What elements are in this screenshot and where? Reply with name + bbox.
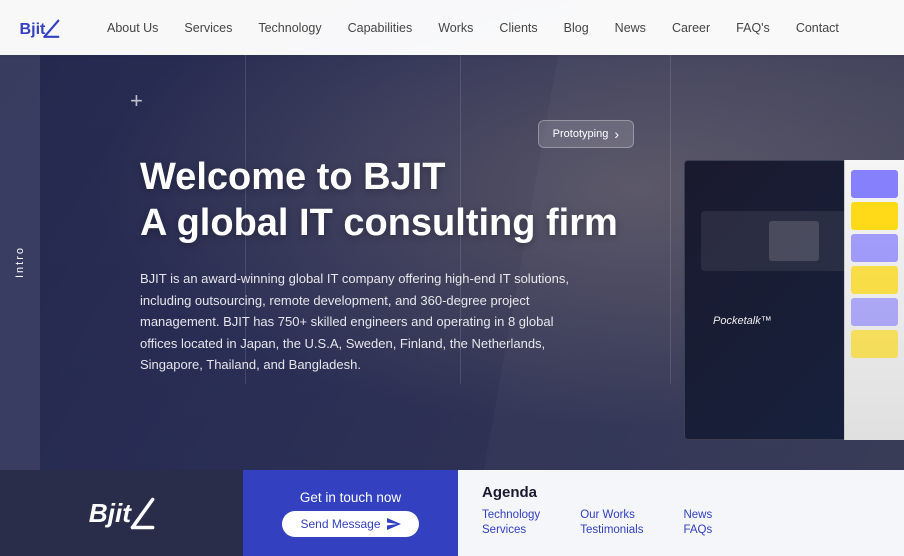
filter-bar-1 [851, 170, 898, 198]
plus-icon: + [130, 90, 143, 112]
agenda-item-technology[interactable]: Technology [482, 509, 540, 521]
hero-section: Intro + Prototyping Pocketalk™ Parking A… [0, 0, 904, 470]
nav-blog[interactable]: Blog [551, 0, 602, 55]
hero-line-3 [670, 55, 671, 384]
hero-title-line1: Welcome to BJIT [140, 156, 445, 198]
nav-about-us[interactable]: About Us [94, 0, 171, 55]
send-icon [387, 518, 401, 530]
agenda-item-our-works[interactable]: Our Works [580, 509, 643, 521]
hero-description: BJIT is an award-winning global IT compa… [140, 268, 580, 375]
filter-bar-6 [851, 330, 898, 358]
logo[interactable]: Bjit [18, 10, 62, 46]
hero-title: Welcome to BJIT A global IT consulting f… [140, 155, 618, 246]
agenda-col-1: Technology Services [482, 509, 540, 536]
nav-career[interactable]: Career [659, 0, 723, 55]
agenda-col-2: Our Works Testimonials [580, 509, 643, 536]
bottom-logo-area: Bjit [0, 470, 243, 556]
agenda-title: Agenda [482, 484, 880, 501]
agenda-col-3: News FAQs [683, 509, 712, 536]
agenda-item-news[interactable]: News [683, 509, 712, 521]
agenda-item-services[interactable]: Services [482, 524, 540, 536]
bottom-bar: Bjit Get in touch now Send Message Agend… [0, 470, 904, 556]
prototyping-label: Prototyping [553, 128, 609, 140]
agenda-item-faqs[interactable]: FAQs [683, 524, 712, 536]
bottom-logo: Bjit [87, 488, 157, 538]
nav-capabilities[interactable]: Capabilities [335, 0, 426, 55]
nav-links: About Us Services Technology Capabilitie… [94, 0, 886, 55]
get-in-touch-area: Get in touch now Send Message [243, 470, 458, 556]
send-message-button[interactable]: Send Message [282, 511, 418, 537]
agenda-area: Agenda Technology Services Our Works Tes… [458, 470, 904, 556]
nav-news[interactable]: News [602, 0, 659, 55]
intro-sidebar: Intro [0, 55, 40, 470]
filter-bar-5 [851, 298, 898, 326]
filter-bar-2 [851, 202, 898, 230]
send-message-label: Send Message [300, 517, 380, 531]
nav-technology[interactable]: Technology [245, 0, 334, 55]
filter-bar-3 [851, 234, 898, 262]
filter-bars [844, 160, 904, 440]
svg-text:Bjit: Bjit [19, 19, 46, 37]
nav-works[interactable]: Works [425, 0, 486, 55]
agenda-columns: Technology Services Our Works Testimonia… [482, 509, 880, 536]
hero-title-line2: A global IT consulting firm [140, 202, 618, 244]
nav-contact[interactable]: Contact [783, 0, 852, 55]
navbar: Bjit About Us Services Technology Capabi… [0, 0, 904, 55]
nav-services[interactable]: Services [171, 0, 245, 55]
get-in-touch-label: Get in touch now [300, 490, 401, 505]
prototyping-card: Prototyping [538, 120, 634, 148]
intro-label: Intro [14, 246, 26, 278]
hero-content: Welcome to BJIT A global IT consulting f… [140, 155, 618, 375]
svg-text:Bjit: Bjit [88, 498, 132, 528]
agenda-item-testimonials[interactable]: Testimonials [580, 524, 643, 536]
nav-faqs[interactable]: FAQ's [723, 0, 783, 55]
nav-clients[interactable]: Clients [486, 0, 550, 55]
filter-bar-4 [851, 266, 898, 294]
